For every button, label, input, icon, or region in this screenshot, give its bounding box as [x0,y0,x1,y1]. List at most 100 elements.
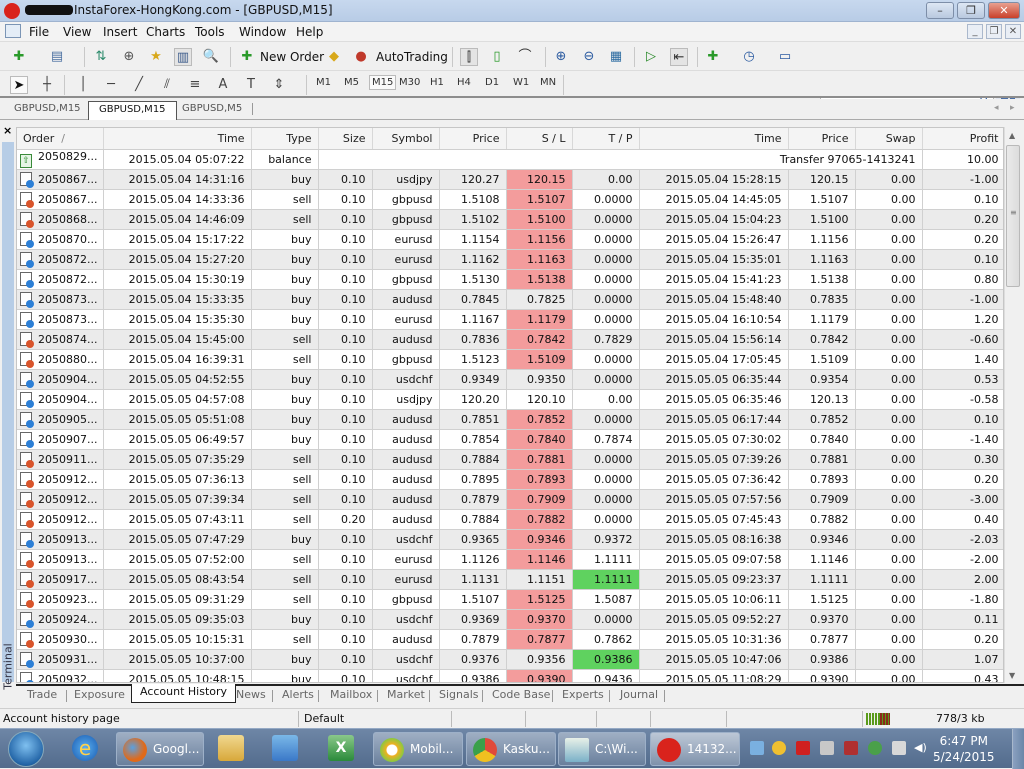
tab-alerts[interactable]: Alerts [282,687,314,704]
col-close-price[interactable]: Price [788,128,856,150]
col-sl[interactable]: S / L [506,128,573,150]
timeframe-m5[interactable]: M5 [344,77,359,88]
text-icon[interactable]: A [214,76,232,94]
taskbar-chrome[interactable]: Kasku... [466,732,556,766]
indicators-icon[interactable]: ✚ [704,48,722,66]
vertical-line-icon[interactable]: │ [74,76,92,94]
tab-trade[interactable]: Trade [27,687,57,704]
tab-account-history[interactable]: Account History [131,684,237,703]
tray-power-icon[interactable] [844,741,858,755]
col-price[interactable]: Price [439,128,507,150]
system-clock[interactable]: 6:47 PM 5/24/2015 [933,733,995,765]
chart-tab[interactable]: GBPUSD,M5 [172,101,252,119]
tab-experts[interactable]: Experts [562,687,604,704]
scrollbar-thumb[interactable]: ≡ [1006,145,1020,287]
line-chart-icon[interactable]: ⌒ [516,48,534,66]
mdi-restore-button[interactable]: ❐ [986,24,1002,39]
chart-tab[interactable]: GBPUSD,M15 [4,101,91,119]
table-row[interactable]: 2050904... 2015.05.05 04:52:55 buy 0.10 usdc… [17,369,1003,390]
table-row[interactable]: 2050873... 2015.05.04 15:33:35 buy 0.10 audu… [17,289,1003,310]
tab-mailbox[interactable]: Mailbox [330,687,372,704]
col-order[interactable]: Order / [17,128,104,150]
strategy-tester-icon[interactable]: 🔍 [202,48,220,66]
table-row[interactable]: 2050917... 2015.05.05 08:43:54 sell 0.10 eur… [17,569,1003,590]
table-row[interactable]: 2050867... 2015.05.04 14:31:16 buy 0.10 usdj… [17,169,1003,190]
new-chart-icon[interactable]: ✚ [10,48,28,66]
minimize-button[interactable]: – [926,2,954,19]
table-row[interactable]: 2050874... 2015.05.04 15:45:00 sell 0.10 aud… [17,329,1003,350]
media-player-icon[interactable] [272,735,298,761]
timeframe-h1[interactable]: H1 [430,77,444,88]
horizontal-line-icon[interactable]: ─ [102,76,120,94]
zoom-in-icon[interactable]: ⊕ [552,48,570,66]
tray-network-icon[interactable] [892,741,906,755]
table-row[interactable]: 2050880... 2015.05.04 16:39:31 sell 0.10 gbp… [17,349,1003,370]
table-row[interactable]: 2050868... 2015.05.04 14:46:09 sell 0.10 gbp… [17,209,1003,230]
table-row[interactable]: 2050907... 2015.05.05 06:49:57 buy 0.10 audu… [17,429,1003,450]
scroll-up-icon[interactable]: ▲ [1009,131,1015,140]
tab-code-base[interactable]: Code Base [492,687,550,704]
table-row[interactable]: 2050930... 2015.05.05 10:15:31 sell 0.10 aud… [17,629,1003,650]
menu-window[interactable]: Window [239,25,286,39]
table-row[interactable]: 2050911... 2015.05.05 07:35:29 sell 0.10 aud… [17,449,1003,470]
tab-journal[interactable]: Journal [620,687,658,704]
table-row[interactable]: 2050912... 2015.05.05 07:36:13 sell 0.10 aud… [17,469,1003,490]
candlestick-icon[interactable]: ▯ [488,48,506,66]
tray-action-center-icon[interactable] [820,741,834,755]
taskbar-explorer-window[interactable]: C:\Wi... [558,732,646,766]
table-row[interactable]: 2050867... 2015.05.04 14:33:36 sell 0.10 gbp… [17,189,1003,210]
menu-insert[interactable]: Insert [103,25,137,39]
excel-icon[interactable]: X [328,735,354,761]
table-row[interactable]: 2050905... 2015.05.05 05:51:08 buy 0.10 audu… [17,409,1003,430]
table-row[interactable]: 2050931... 2015.05.05 10:37:00 buy 0.10 usdc… [17,649,1003,670]
table-row[interactable]: 2050873... 2015.05.04 15:35:30 buy 0.10 euru… [17,309,1003,330]
timeframe-m15[interactable]: M15 [369,75,397,90]
profiles-icon[interactable]: ▤ [48,48,66,66]
autoscroll-icon[interactable]: ▷ [642,48,660,66]
fibonacci-icon[interactable]: ≡ [186,76,204,94]
table-row[interactable]: 2050904... 2015.05.05 04:57:08 buy 0.10 usdj… [17,389,1003,410]
autotrading-icon[interactable]: ● [352,48,370,66]
table-row[interactable]: 2050924... 2015.05.05 09:35:03 buy 0.10 usdc… [17,609,1003,630]
taskbar-mobile-app[interactable]: Mobil... [373,732,463,766]
trendline-icon[interactable]: ╱ [130,76,148,94]
restore-button[interactable]: ❐ [957,2,985,19]
col-size[interactable]: Size [318,128,373,150]
timeframe-w1[interactable]: W1 [513,77,529,88]
cursor-icon[interactable]: ➤ [10,76,28,94]
col-tp[interactable]: T / P [572,128,640,150]
mdi-close-button[interactable]: ✕ [1005,24,1021,39]
show-desktop-button[interactable] [1012,729,1024,769]
crosshair-icon[interactable]: ┼ [38,76,56,94]
scroll-down-icon[interactable]: ▼ [1009,671,1015,680]
close-button[interactable]: ✕ [988,2,1020,19]
menu-view[interactable]: View [63,25,91,39]
taskbar-metatrader[interactable]: 14132... [650,732,740,766]
mdi-minimize-button[interactable]: _ [967,24,983,39]
chart-tab-active[interactable]: GBPUSD,M15 [88,101,177,120]
col-swap[interactable]: Swap [855,128,923,150]
table-row[interactable]: 2050913... 2015.05.05 07:52:00 sell 0.10 eur… [17,549,1003,570]
tray-volume-icon[interactable]: ◀) [914,741,928,755]
taskbar-firefox[interactable]: Googl... [116,732,204,766]
tabs-scroll-right-icon[interactable]: ▸ [1010,103,1015,113]
start-button[interactable] [8,731,44,767]
new-order-icon[interactable]: ✚ [238,48,256,66]
timeframe-h4[interactable]: H4 [457,77,471,88]
table-row[interactable]: 2050913... 2015.05.05 07:47:29 buy 0.10 usdc… [17,529,1003,550]
menu-tools[interactable]: Tools [195,25,225,39]
table-row[interactable]: 2050872... 2015.05.04 15:30:19 buy 0.10 gbpu… [17,269,1003,290]
new-order-button[interactable]: New Order [260,50,324,64]
terminal-close-icon[interactable]: × [3,124,12,137]
table-row[interactable]: 2050932... 2015.05.05 10:48:15 buy 0.10 usdc… [17,669,1003,682]
menu-charts[interactable]: Charts [146,25,185,39]
timeframe-m30[interactable]: M30 [399,77,420,88]
table-row[interactable]: 2050870... 2015.05.04 15:17:22 buy 0.10 euru… [17,229,1003,250]
data-window-icon[interactable]: ⊕ [120,48,138,66]
vertical-scrollbar[interactable]: ▲ ≡ ▼ [1004,127,1020,683]
tray-antivirus-icon[interactable] [796,741,810,755]
periods-icon[interactable]: ◷ [740,48,758,66]
tab-signals[interactable]: Signals [439,687,479,704]
col-symbol[interactable]: Symbol [372,128,440,150]
file-explorer-icon[interactable] [218,735,244,761]
